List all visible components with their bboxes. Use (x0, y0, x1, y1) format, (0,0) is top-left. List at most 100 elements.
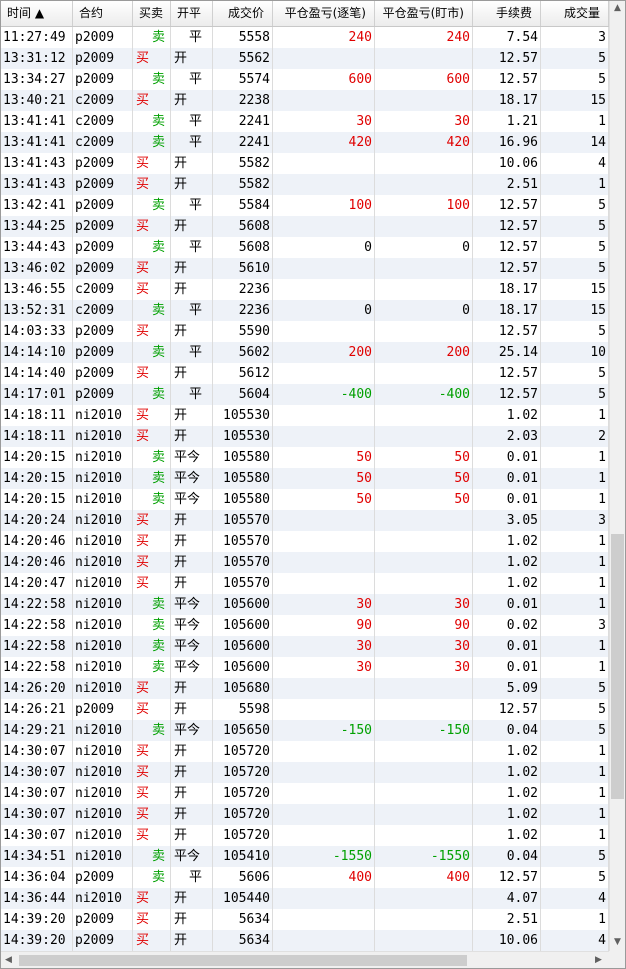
cell-time: 13:46:55 (1, 279, 73, 300)
table-row[interactable]: 13:41:41 c2009 卖平 2241 30 30 1.21 1 (1, 111, 609, 132)
cell-time: 13:44:25 (1, 216, 73, 237)
table-row[interactable]: 14:17:01 p2009 卖平 5604 -400 -400 12.57 5 (1, 384, 609, 405)
table-row[interactable]: 14:30:07 ni2010 买开 105720 1.02 1 (1, 741, 609, 762)
cell-pnl-mark-to-market (375, 258, 473, 279)
table-row[interactable]: 14:30:07 ni2010 买开 105720 1.02 1 (1, 804, 609, 825)
table-row[interactable]: 14:39:20 p2009 买开 5634 2.51 1 (1, 909, 609, 930)
table-row[interactable]: 14:20:15 ni2010 卖平今 105580 50 50 0.01 1 (1, 489, 609, 510)
table-row[interactable]: 14:22:58 ni2010 卖平今 105600 30 30 0.01 1 (1, 636, 609, 657)
cell-fee: 18.17 (473, 279, 541, 300)
cell-price: 105580 (213, 468, 273, 489)
vertical-scrollbar[interactable]: ▲ ▼ (609, 1, 625, 951)
table-row[interactable]: 11:27:49 p2009 卖平 5558 240 240 7.54 3 (1, 27, 609, 48)
cell-volume: 3 (541, 27, 609, 48)
column-header-volume[interactable]: 成交量 (541, 1, 609, 26)
table-row[interactable]: 14:36:04 p2009 卖平 5606 400 400 12.57 5 (1, 867, 609, 888)
table-row[interactable]: 13:46:02 p2009 买开 5610 12.57 5 (1, 258, 609, 279)
cell-direction: 买 (133, 153, 171, 174)
table-row[interactable]: 13:42:41 p2009 卖平 5584 100 100 12.57 5 (1, 195, 609, 216)
cell-contract: p2009 (73, 867, 133, 888)
table-row[interactable]: 14:36:44 ni2010 买开 105440 4.07 4 (1, 888, 609, 909)
table-row[interactable]: 13:40:21 c2009 买开 2238 18.17 15 (1, 90, 609, 111)
scroll-up-icon[interactable]: ▲ (614, 3, 621, 13)
cell-pnl-by-trade (273, 909, 375, 930)
cell-pnl-mark-to-market (375, 678, 473, 699)
cell-contract: ni2010 (73, 531, 133, 552)
table-row[interactable]: 14:22:58 ni2010 卖平今 105600 30 30 0.01 1 (1, 594, 609, 615)
table-row[interactable]: 14:39:20 p2009 买开 5634 10.06 4 (1, 930, 609, 951)
cell-price: 5582 (213, 174, 273, 195)
column-header-pnl-by-trade[interactable]: 平仓盈亏(逐笔) (273, 1, 375, 26)
table-row[interactable]: 14:20:15 ni2010 卖平今 105580 50 50 0.01 1 (1, 447, 609, 468)
cell-volume: 5 (541, 363, 609, 384)
scroll-down-icon[interactable]: ▼ (614, 937, 621, 947)
cell-offset: 开 (171, 552, 213, 573)
table-row[interactable]: 13:34:27 p2009 卖平 5574 600 600 12.57 5 (1, 69, 609, 90)
table-body[interactable]: 11:27:49 p2009 卖平 5558 240 240 7.54 3 13:31:12 p2… (1, 27, 609, 951)
cell-direction: 卖 (133, 594, 171, 615)
table-row[interactable]: 13:44:25 p2009 买开 5608 12.57 5 (1, 216, 609, 237)
scroll-right-icon[interactable]: ▶ (595, 955, 602, 965)
cell-volume: 5 (541, 48, 609, 69)
table-row[interactable]: 13:41:43 p2009 买开 5582 2.51 1 (1, 174, 609, 195)
table-row[interactable]: 14:14:40 p2009 买开 5612 12.57 5 (1, 363, 609, 384)
column-header-direction[interactable]: 买卖 (133, 1, 171, 26)
table-row[interactable]: 14:20:46 ni2010 买开 105570 1.02 1 (1, 531, 609, 552)
cell-direction: 买 (133, 552, 171, 573)
cell-contract: ni2010 (73, 657, 133, 678)
table-row[interactable]: 13:31:12 p2009 买开 5562 12.57 5 (1, 48, 609, 69)
table-row[interactable]: 13:41:43 p2009 买开 5582 10.06 4 (1, 153, 609, 174)
table-row[interactable]: 14:03:33 p2009 买开 5590 12.57 5 (1, 321, 609, 342)
cell-pnl-by-trade (273, 741, 375, 762)
scroll-left-icon[interactable]: ◀ (5, 955, 12, 965)
table-row[interactable]: 14:26:21 p2009 买开 5598 12.57 5 (1, 699, 609, 720)
table-row[interactable]: 14:22:58 ni2010 卖平今 105600 30 30 0.01 1 (1, 657, 609, 678)
horizontal-scrollbar[interactable]: ◀ ▶ (1, 951, 609, 968)
column-header-offset[interactable]: 开平 (171, 1, 213, 26)
table-row[interactable]: 14:18:11 ni2010 买开 105530 2.03 2 (1, 426, 609, 447)
cell-price: 5606 (213, 867, 273, 888)
vertical-scroll-thumb[interactable] (611, 534, 624, 799)
cell-pnl-mark-to-market: 0 (375, 300, 473, 321)
cell-fee: 5.09 (473, 678, 541, 699)
cell-price: 5574 (213, 69, 273, 90)
table-row[interactable]: 14:18:11 ni2010 买开 105530 1.02 1 (1, 405, 609, 426)
column-header-pnl-mark-to-market[interactable]: 平仓盈亏(盯市) (375, 1, 473, 26)
cell-contract: p2009 (73, 258, 133, 279)
cell-pnl-mark-to-market: 50 (375, 468, 473, 489)
cell-pnl-by-trade (273, 552, 375, 573)
cell-contract: p2009 (73, 909, 133, 930)
column-header-contract[interactable]: 合约 (73, 1, 133, 26)
table-row[interactable]: 14:30:07 ni2010 买开 105720 1.02 1 (1, 762, 609, 783)
horizontal-scroll-thumb[interactable] (19, 955, 467, 966)
table-row[interactable]: 13:46:55 c2009 买开 2236 18.17 15 (1, 279, 609, 300)
column-header-fee[interactable]: 手续费 (473, 1, 541, 26)
cell-contract: p2009 (73, 930, 133, 951)
table-row[interactable]: 13:44:43 p2009 卖平 5608 0 0 12.57 5 (1, 237, 609, 258)
table-row[interactable]: 14:20:46 ni2010 买开 105570 1.02 1 (1, 552, 609, 573)
table-row[interactable]: 14:20:24 ni2010 买开 105570 3.05 3 (1, 510, 609, 531)
cell-contract: ni2010 (73, 489, 133, 510)
cell-time: 13:41:41 (1, 132, 73, 153)
column-header-time[interactable]: 时间 ▲ (1, 1, 73, 26)
table-row[interactable]: 13:52:31 c2009 卖平 2236 0 0 18.17 15 (1, 300, 609, 321)
table-row[interactable]: 14:29:21 ni2010 卖平今 105650 -150 -150 0.04 5 (1, 720, 609, 741)
column-header-price[interactable]: 成交价 (213, 1, 273, 26)
cell-direction: 买 (133, 279, 171, 300)
cell-price: 5634 (213, 930, 273, 951)
cell-fee: 1.02 (473, 552, 541, 573)
table-row[interactable]: 13:41:41 c2009 卖平 2241 420 420 16.96 14 (1, 132, 609, 153)
table-row[interactable]: 14:22:58 ni2010 卖平今 105600 90 90 0.02 3 (1, 615, 609, 636)
cell-fee: 3.05 (473, 510, 541, 531)
table-row[interactable]: 14:26:20 ni2010 买开 105680 5.09 5 (1, 678, 609, 699)
cell-price: 105720 (213, 804, 273, 825)
table-row[interactable]: 14:34:51 ni2010 卖平今 105410 -1550 -1550 0.04 5 (1, 846, 609, 867)
table-row[interactable]: 14:14:10 p2009 卖平 5602 200 200 25.14 10 (1, 342, 609, 363)
table-row[interactable]: 14:20:47 ni2010 买开 105570 1.02 1 (1, 573, 609, 594)
table-row[interactable]: 14:30:07 ni2010 买开 105720 1.02 1 (1, 783, 609, 804)
table-row[interactable]: 14:30:07 ni2010 买开 105720 1.02 1 (1, 825, 609, 846)
table-row[interactable]: 14:20:15 ni2010 卖平今 105580 50 50 0.01 1 (1, 468, 609, 489)
cell-pnl-by-trade (273, 762, 375, 783)
cell-contract: ni2010 (73, 510, 133, 531)
cell-price: 5590 (213, 321, 273, 342)
